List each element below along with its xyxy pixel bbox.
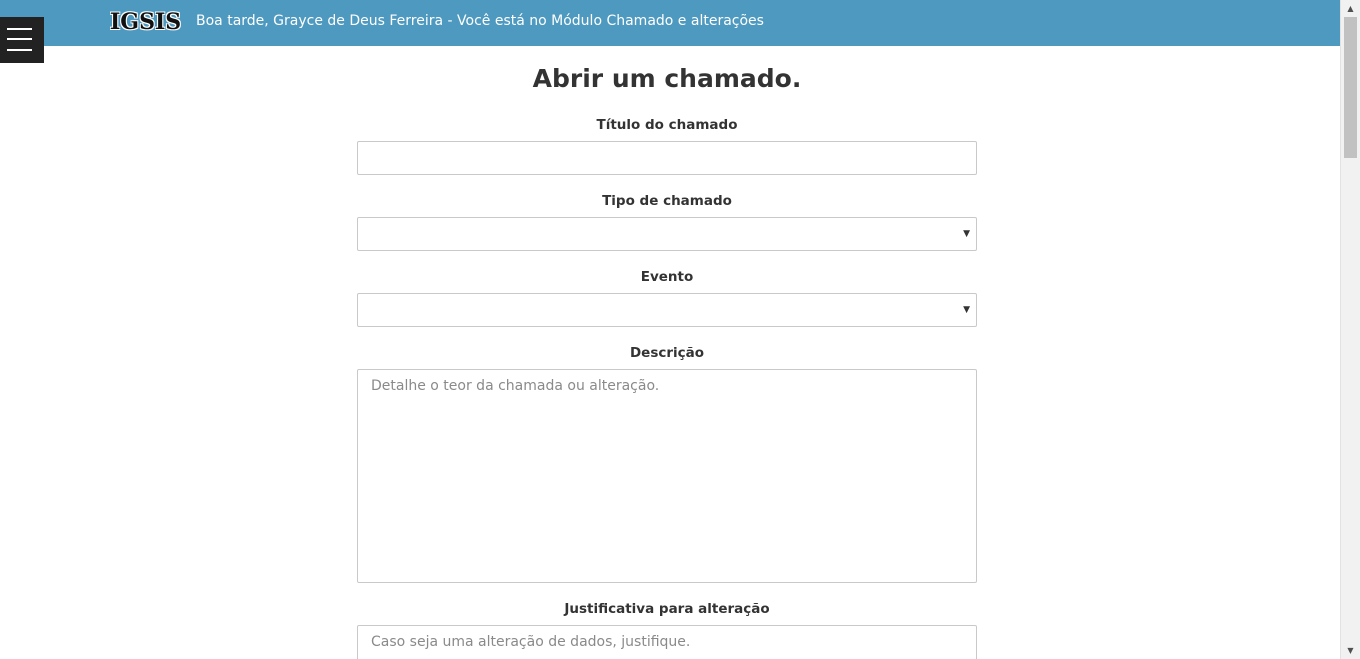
hamburger-menu-icon[interactable] <box>0 17 44 63</box>
page-title: Abrir um chamado. <box>532 64 802 93</box>
dropdown-arrow-icon: ▼ <box>963 305 970 315</box>
top-header-bar: IGSIS Boa tarde, Grayce de Deus Ferreira… <box>0 0 1340 46</box>
menu-line <box>7 28 32 30</box>
evento-select[interactable]: ▼ <box>357 293 977 327</box>
justificativa-textarea[interactable]: Caso seja uma alteração de dados, justif… <box>357 625 977 659</box>
justificativa-placeholder: Caso seja uma alteração de dados, justif… <box>371 634 691 650</box>
evento-label: Evento <box>640 269 694 285</box>
app-logo[interactable]: IGSIS <box>110 9 181 35</box>
menu-line <box>7 38 32 40</box>
greeting-text: Boa tarde, Grayce de Deus Ferreira - Voc… <box>196 13 764 29</box>
dropdown-arrow-icon: ▼ <box>963 229 970 239</box>
titulo-input[interactable] <box>357 141 977 175</box>
tipo-label: Tipo de chamado <box>602 193 732 209</box>
descricao-textarea[interactable]: Detalhe o teor da chamada ou alteração. <box>357 369 977 583</box>
vertical-scrollbar[interactable]: ▲ ▼ <box>1340 0 1360 659</box>
tipo-select[interactable]: ▼ <box>357 217 977 251</box>
descricao-label: Descrição <box>629 345 705 361</box>
scrollbar-thumb[interactable] <box>1344 17 1357 158</box>
page-viewport: IGSIS Boa tarde, Grayce de Deus Ferreira… <box>0 0 1340 659</box>
titulo-label: Título do chamado <box>596 117 738 133</box>
scroll-up-arrow-icon[interactable]: ▲ <box>1341 0 1360 17</box>
descricao-placeholder: Detalhe o teor da chamada ou alteração. <box>371 378 660 394</box>
menu-line <box>7 49 32 51</box>
scroll-down-arrow-icon[interactable]: ▼ <box>1341 642 1360 659</box>
justificativa-label: Justificativa para alteração <box>564 601 770 617</box>
